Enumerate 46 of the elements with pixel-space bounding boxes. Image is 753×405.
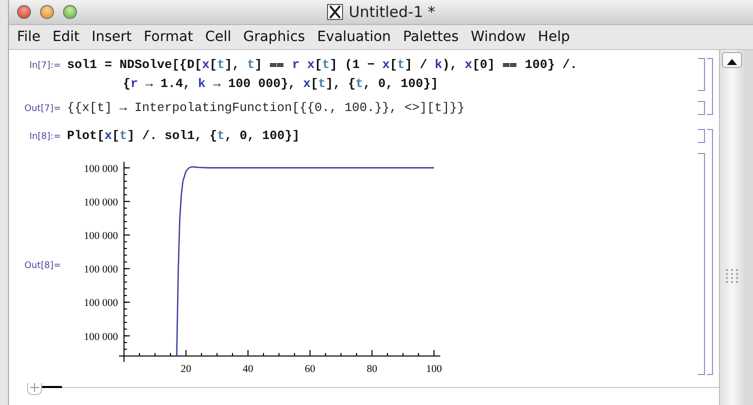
x-tick-label: 80 [366, 364, 378, 375]
cell-label: In[7]:= [28, 60, 62, 73]
menu-item[interactable]: Palettes [396, 27, 465, 47]
menu-item[interactable]: Graphics [237, 27, 312, 47]
maximize-button[interactable] [63, 5, 77, 19]
y-tick-label: 100 000 [84, 332, 118, 343]
y-tick-label: 100 000 [84, 164, 118, 175]
x-tick-label: 60 [304, 364, 316, 375]
menu-item[interactable]: Window [464, 27, 532, 47]
close-button[interactable] [17, 5, 31, 19]
scroll-up-button[interactable] [722, 52, 742, 68]
x-tick-label: 40 [242, 364, 254, 375]
app-icon [326, 4, 343, 20]
x-tick-label: 100 [426, 364, 442, 375]
cell-bracket[interactable] [698, 129, 705, 143]
cell-bracket[interactable] [698, 58, 705, 91]
y-tick-label: 100 000 [84, 298, 118, 310]
menu-item[interactable]: File [11, 27, 46, 47]
input-code: sol1 = NDSolve[{D[x[t], t] ⩵ r x[t] (1 − x[t] / k), x[0] ⩵ 100} /. [67, 58, 578, 72]
y-tick-label: 100 000 [84, 197, 118, 208]
group-bracket[interactable] [707, 129, 713, 375]
y-tick-label: 100 000 [84, 231, 118, 242]
input-code: {r → 1.4, k → 100 000}, x[t], {t, 0, 100}] [122, 77, 440, 91]
menu-item[interactable]: Format [138, 27, 200, 47]
cell-bracket[interactable] [698, 101, 705, 115]
input-code: Plot[x[t] /. sol1, {t, 0, 100}] [67, 129, 300, 143]
group-bracket[interactable] [707, 58, 713, 115]
up-arrow-icon [727, 59, 737, 65]
output-code: {{x[t] → InterpolatingFunction[{{0., 100.}}, <>][t]}} [67, 101, 465, 115]
menu-item[interactable]: Edit [46, 27, 86, 47]
scrollbar[interactable] [719, 50, 744, 405]
insertion-cursor [42, 386, 62, 388]
grip-icon [725, 268, 739, 284]
y-tick-label: 100 000 [84, 264, 118, 276]
add-cell-button[interactable] [27, 383, 42, 395]
cell-label: Out[7]= [23, 103, 62, 115]
menu-item[interactable]: Help [532, 27, 576, 47]
window-title: Untitled-1 * [348, 3, 436, 21]
menu-item[interactable]: Evaluation [311, 27, 397, 47]
menu-item[interactable]: Insert [86, 27, 138, 47]
cell-label: In[8]:= [28, 131, 62, 143]
cell-label: Out[8]= [24, 260, 61, 271]
cell-bracket[interactable] [698, 153, 705, 375]
x-tick-label: 20 [180, 364, 192, 375]
minimize-button[interactable] [40, 5, 54, 19]
menu-item[interactable]: Cell [199, 27, 238, 47]
